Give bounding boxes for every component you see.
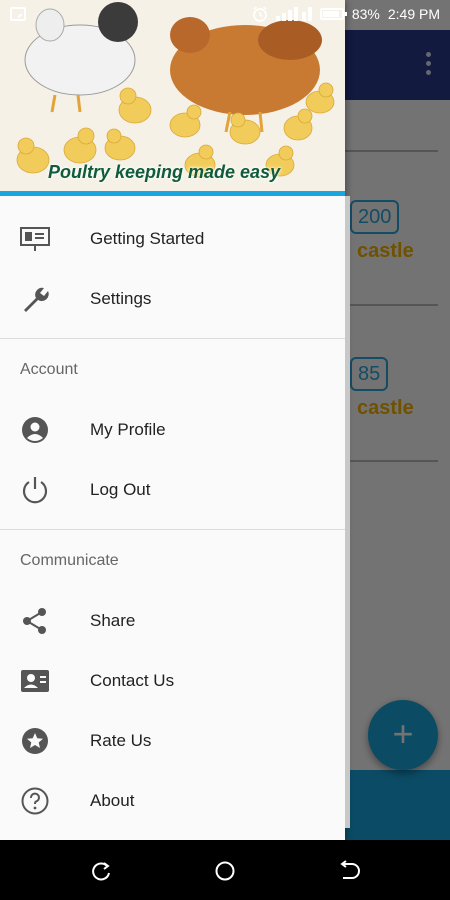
system-navigation-bar [0,840,450,900]
menu-item-share[interactable]: Share [0,591,345,651]
home-icon[interactable] [214,860,236,882]
wrench-icon [24,287,49,312]
menu-item-getting-started[interactable]: Getting Started [0,209,345,269]
navigation-drawer: Poultry keeping made easy Getting Starte… [0,0,345,840]
menu-item-settings[interactable]: Settings [0,269,345,329]
menu-item-label: My Profile [90,420,166,439]
drawer-tagline: Poultry keeping made easy [48,162,281,182]
menu-item-label: Share [90,611,136,630]
menu-item-my-profile[interactable]: My Profile [0,400,345,460]
share-icon [23,608,46,634]
status-bar: 83% 2:49 PM [0,0,450,30]
menu-item-label: Log Out [90,480,151,499]
menu-item-about[interactable]: About [0,771,345,831]
contact-card-icon [21,670,49,692]
section-title-account: Account [20,361,78,378]
battery-percent: 83% [351,6,380,22]
back-icon[interactable] [338,860,360,882]
menu-item-label: Settings [90,289,152,308]
drawer-scrollbar[interactable] [345,196,350,828]
screenshot-notification-icon [10,7,26,21]
presentation-icon [20,227,50,251]
help-circle-icon [21,787,49,815]
clock: 2:49 PM [387,6,440,22]
menu-item-contact-us[interactable]: Contact Us [0,651,345,711]
recent-apps-icon[interactable] [90,860,112,882]
battery-icon [319,8,347,20]
account-circle-icon [22,417,48,443]
alarm-icon [252,6,267,22]
menu-item-label: Getting Started [90,229,205,248]
menu-item-rate-us[interactable]: Rate Us [0,711,345,771]
menu-item-label: Rate Us [90,731,152,750]
section-title-communicate: Communicate [20,552,119,569]
menu-item-log-out[interactable]: Log Out [0,460,345,520]
star-circle-icon [22,728,48,754]
menu-item-label: Contact Us [90,671,175,690]
section-divider [0,338,345,339]
power-icon [22,477,48,504]
section-divider [0,529,345,530]
signal-icon [275,7,312,21]
header-accent-line [0,191,345,196]
menu-item-label: About [90,791,135,810]
